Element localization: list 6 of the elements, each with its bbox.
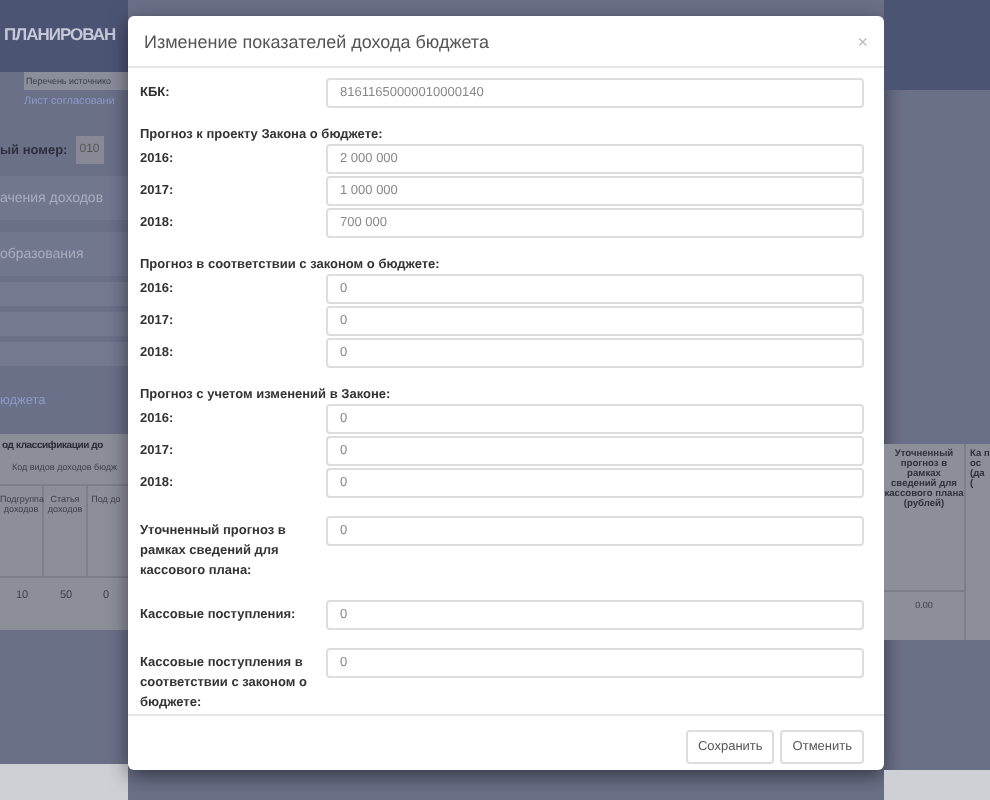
close-button[interactable]: × [857,33,868,51]
header-bar [884,0,990,90]
footer-bar [0,764,128,800]
app-title: ПЛАНИРОВАН [4,24,118,44]
dialog-title: Изменение показателей дохода бюджета [144,32,489,52]
footer-bar [884,770,990,800]
